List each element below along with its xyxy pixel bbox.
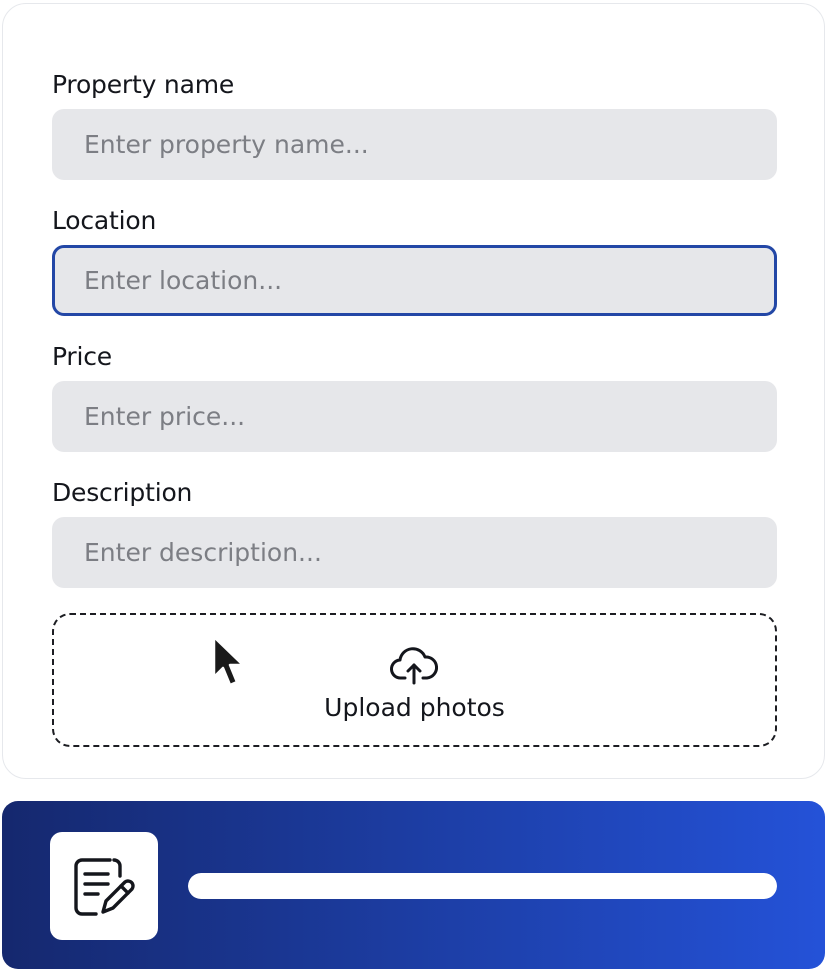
description-label: Description <box>52 478 193 507</box>
property-form-card: Property name Location Price Description… <box>2 3 825 779</box>
upload-photos-label: Upload photos <box>324 693 505 722</box>
edit-document-icon <box>74 858 135 916</box>
edit-document-button[interactable] <box>50 832 158 940</box>
cloud-upload-icon <box>390 647 439 685</box>
price-input[interactable] <box>52 381 777 452</box>
property-name-label: Property name <box>52 70 235 99</box>
progress-bar-fill <box>188 873 777 899</box>
mouse-cursor-icon <box>212 635 245 687</box>
location-input[interactable] <box>52 245 777 316</box>
description-input[interactable] <box>52 517 777 588</box>
property-name-input[interactable] <box>52 109 777 180</box>
bottom-status-bar <box>2 801 825 969</box>
location-label: Location <box>52 206 157 235</box>
price-label: Price <box>52 342 112 371</box>
upload-photos-dropzone[interactable]: Upload photos <box>52 613 777 747</box>
progress-bar <box>188 873 777 899</box>
